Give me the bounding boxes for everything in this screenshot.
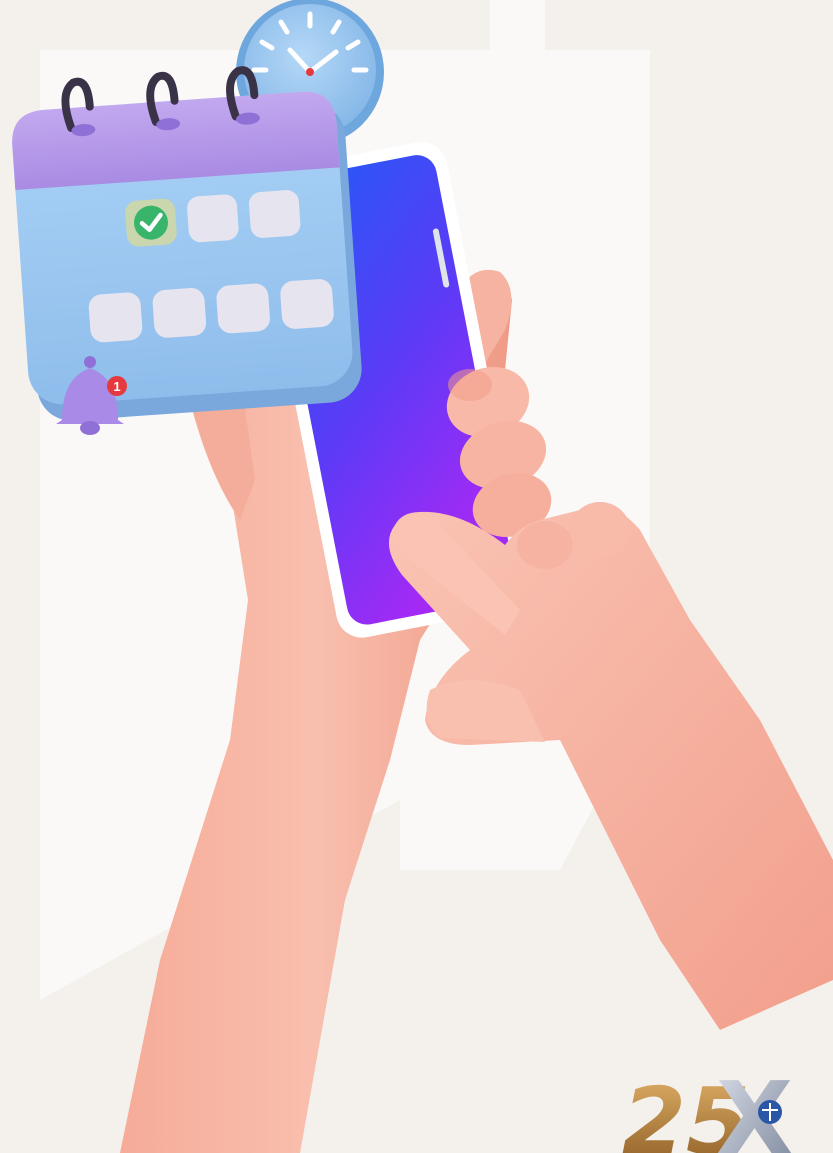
calendar-cell [88,292,143,343]
25x-logo: 25 X [622,1060,793,1153]
calendar-cell [152,288,207,338]
illustration-canvas: 1 25 X [0,0,833,1153]
logo-letter: X [716,1060,793,1153]
calendar-cell [280,279,334,329]
notification-badge-count: 1 [113,379,120,394]
calendar-cell [248,190,301,238]
calendar-icon [12,66,362,421]
calendar-cell [216,283,270,334]
calendar-cell [125,198,177,247]
illustration-scene: 1 25 X [0,0,833,1153]
calendar-cell [187,194,239,243]
